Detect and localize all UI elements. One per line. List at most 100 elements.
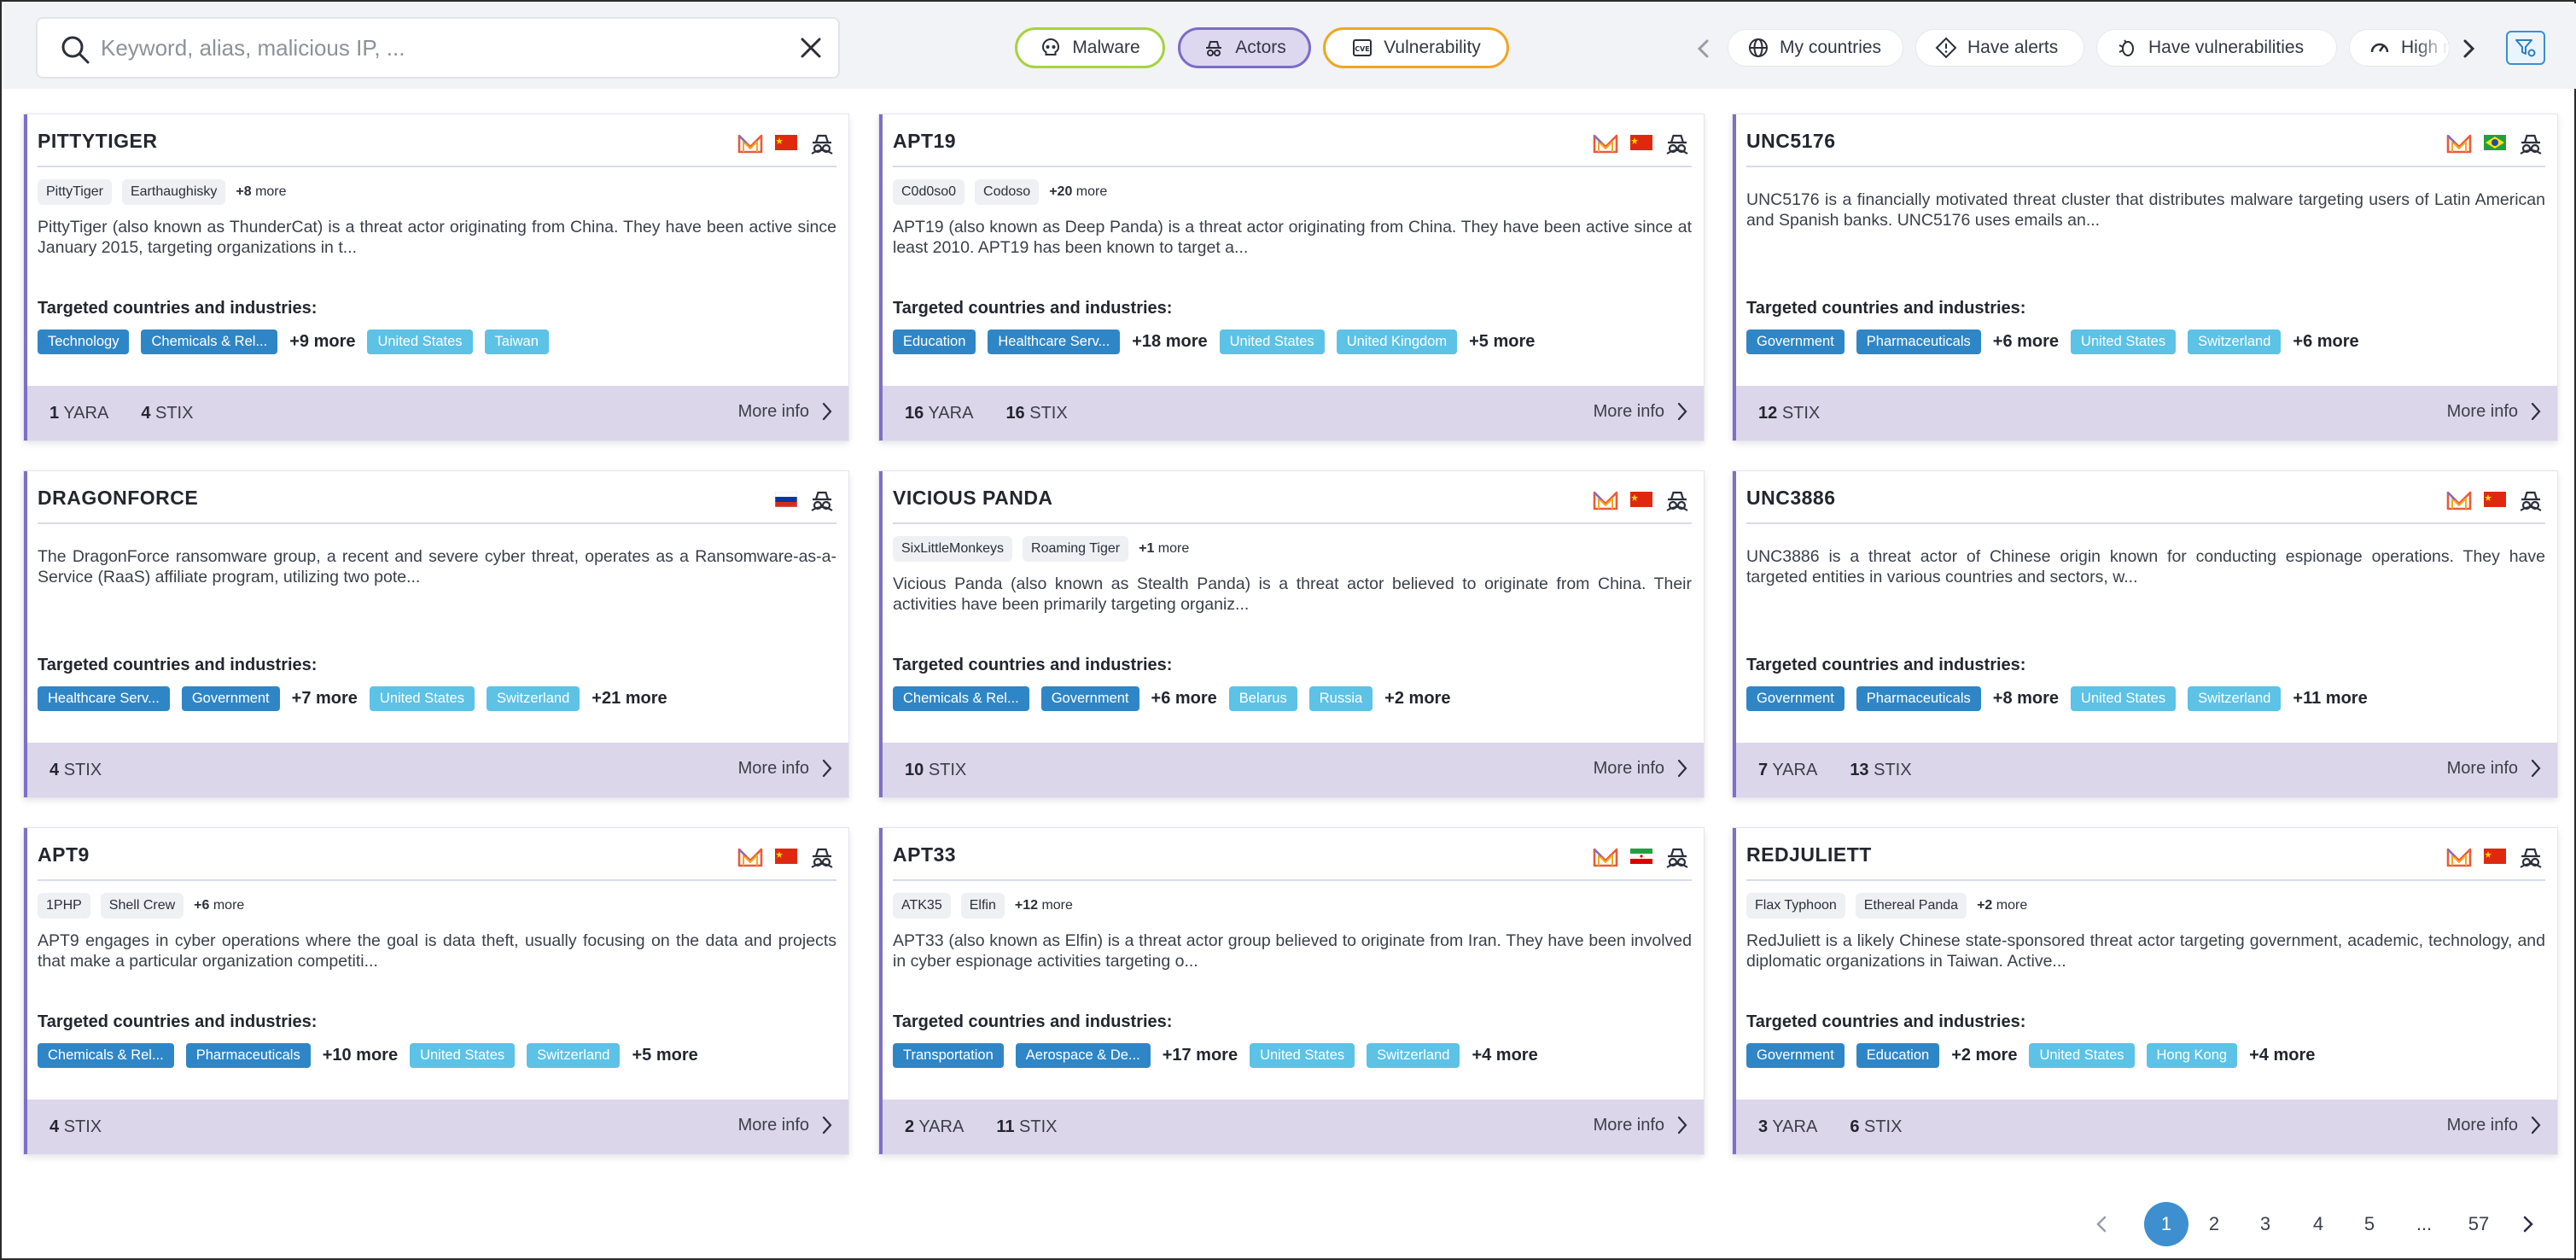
industries-more[interactable]: +2 more	[1951, 1046, 2017, 1065]
aliases-more[interactable]: +12 more	[1015, 898, 1073, 913]
country-tag[interactable]: Taiwan	[484, 330, 549, 354]
country-tag[interactable]: United States	[2029, 1043, 2135, 1068]
more-info-link[interactable]: More info	[1594, 1115, 1688, 1135]
actor-card[interactable]: UNC3886 UNC3886 is a threat actor of Chin…	[1733, 471, 2557, 797]
my-countries-filter[interactable]: My countries	[1728, 29, 1903, 67]
country-tag[interactable]: United States	[1219, 330, 1325, 354]
country-tag[interactable]: United Kingdom	[1336, 330, 1458, 354]
page-button[interactable]: 5	[2352, 1202, 2387, 1246]
industry-tag[interactable]: Healthcare Serv...	[38, 686, 170, 711]
country-tag[interactable]: Switzerland	[527, 1043, 621, 1068]
industries-more[interactable]: +10 more	[323, 1046, 398, 1065]
aliases-more[interactable]: +1 more	[1139, 541, 1189, 557]
have-alerts-filter[interactable]: Have alerts	[1915, 29, 2084, 67]
chevron-right-icon[interactable]	[2457, 36, 2480, 61]
industry-tag[interactable]: Government	[1746, 686, 1845, 711]
high-risk-filter[interactable]: High risk	[2349, 29, 2450, 67]
aliases-more[interactable]: +2 more	[1977, 898, 2027, 913]
page-button[interactable]: 57	[2457, 1202, 2501, 1246]
page-button[interactable]: 4	[2301, 1202, 2335, 1246]
country-tag[interactable]: United States	[369, 686, 475, 711]
countries-more[interactable]: +5 more	[632, 1046, 697, 1065]
country-tag[interactable]: Belarus	[1228, 686, 1297, 711]
actor-card[interactable]: UNC5176 UNC5176 is a financially motivate…	[1733, 114, 2557, 440]
search-input[interactable]	[101, 29, 766, 67]
malware-logo-icon	[1593, 491, 1618, 510]
country-tag[interactable]: Switzerland	[2188, 330, 2282, 354]
industries-more[interactable]: +6 more	[1993, 332, 2059, 352]
countries-more[interactable]: +4 more	[2249, 1046, 2315, 1065]
industry-tag[interactable]: Pharmaceuticals	[185, 1043, 311, 1068]
chevron-left-icon[interactable]	[1692, 36, 1716, 61]
industry-tag[interactable]: Aerospace & De...	[1015, 1043, 1151, 1068]
industry-tag[interactable]: Government	[1746, 330, 1845, 354]
industry-tag[interactable]: Chemicals & Rel...	[893, 686, 1029, 711]
actor-card[interactable]: PITTYTIGER PittyTiger Earthaughisky +8 more…	[24, 114, 848, 440]
vulnerability-filter-button[interactable]: CVE Vulnerability	[1323, 27, 1509, 68]
malware-filter-button[interactable]: Malware	[1015, 27, 1165, 68]
countries-more[interactable]: +21 more	[592, 689, 667, 709]
countries-more[interactable]: +4 more	[1472, 1046, 1537, 1065]
industries-more[interactable]: +17 more	[1163, 1046, 1238, 1065]
actor-card[interactable]: APT9 1PHP Shell Crew +6 more APT9 engages in…	[24, 828, 848, 1154]
page-button[interactable]: 3	[2248, 1202, 2282, 1246]
industry-tag[interactable]: Transportation	[893, 1043, 1004, 1068]
page-button[interactable]: 2	[2197, 1202, 2231, 1246]
industry-tag[interactable]: Chemicals & Rel...	[141, 330, 278, 354]
have-vulnerabilities-filter[interactable]: Have vulnerabilities	[2096, 29, 2337, 67]
industry-tag[interactable]: Technology	[38, 330, 130, 354]
countries-more[interactable]: +5 more	[1469, 332, 1535, 352]
country-tag[interactable]: Switzerland	[1367, 1043, 1460, 1068]
country-tag[interactable]: Russia	[1308, 686, 1373, 711]
actors-filter-label: Actors	[1235, 38, 1286, 57]
country-tag[interactable]: Hong Kong	[2146, 1043, 2238, 1068]
advanced-filter-button[interactable]	[2506, 31, 2545, 65]
actor-card[interactable]: DRAGONFORCE The DragonForce ransomware gr…	[24, 471, 848, 797]
more-info-link[interactable]: More info	[738, 758, 833, 779]
more-info-link[interactable]: More info	[2447, 401, 2542, 422]
more-info-link[interactable]: More info	[1594, 758, 1688, 779]
industries-more[interactable]: +6 more	[1151, 689, 1217, 709]
industries-more[interactable]: +18 more	[1132, 332, 1207, 352]
country-tag[interactable]: Switzerland	[486, 686, 580, 711]
industry-tag[interactable]: Government	[1746, 1043, 1845, 1068]
industry-tag[interactable]: Pharmaceuticals	[1856, 330, 1981, 354]
industry-tag[interactable]: Chemicals & Rel...	[38, 1043, 174, 1068]
aliases-more[interactable]: +8 more	[236, 184, 286, 200]
more-info-link[interactable]: More info	[1594, 401, 1688, 422]
country-tag[interactable]: United States	[1250, 1043, 1355, 1068]
industry-tag[interactable]: Government	[181, 686, 280, 711]
industries-more[interactable]: +7 more	[292, 689, 358, 709]
search-box[interactable]	[36, 17, 840, 79]
industries-more[interactable]: +8 more	[1993, 689, 2059, 709]
more-info-link[interactable]: More info	[738, 1115, 833, 1135]
industry-tag[interactable]: Pharmaceuticals	[1856, 686, 1981, 711]
clear-icon[interactable]	[796, 32, 826, 63]
prev-page-icon[interactable]	[2091, 1202, 2112, 1246]
next-page-icon[interactable]	[2518, 1202, 2538, 1246]
actor-card[interactable]: APT33 ATK35 Elfin +12 more APT33 (also known…	[879, 828, 1704, 1154]
actor-card[interactable]: REDJULIETT Flax Typhoon Ethereal Panda +2 m…	[1733, 828, 2557, 1154]
industries-more[interactable]: +9 more	[289, 332, 355, 352]
country-tag[interactable]: United States	[2071, 330, 2177, 354]
industry-tag[interactable]: Education	[1856, 1043, 1940, 1068]
industry-tag[interactable]: Healthcare Serv...	[988, 330, 1121, 354]
more-info-link[interactable]: More info	[2447, 758, 2542, 779]
industry-tag[interactable]: Education	[893, 330, 976, 354]
countries-more[interactable]: +6 more	[2293, 332, 2358, 352]
actor-card[interactable]: VICIOUS PANDA SixLittleMonkeys Roaming Tig…	[879, 471, 1704, 797]
aliases-more[interactable]: +6 more	[194, 898, 244, 913]
industry-tag[interactable]: Government	[1040, 686, 1139, 711]
country-tag[interactable]: United States	[410, 1043, 516, 1068]
countries-more[interactable]: +11 more	[2293, 689, 2367, 709]
aliases-more[interactable]: +20 more	[1049, 184, 1107, 200]
actors-filter-button[interactable]: Actors	[1178, 27, 1311, 68]
country-tag[interactable]: United States	[367, 330, 473, 354]
country-tag[interactable]: Switzerland	[2188, 686, 2282, 711]
more-info-link[interactable]: More info	[2447, 1115, 2542, 1135]
more-info-link[interactable]: More info	[738, 401, 833, 422]
actor-card[interactable]: APT19 C0d0so0 Codoso +20 more APT19 (also kn…	[879, 114, 1704, 440]
country-tag[interactable]: United States	[2071, 686, 2177, 711]
page-button[interactable]: 1	[2144, 1202, 2188, 1246]
countries-more[interactable]: +2 more	[1384, 689, 1450, 709]
